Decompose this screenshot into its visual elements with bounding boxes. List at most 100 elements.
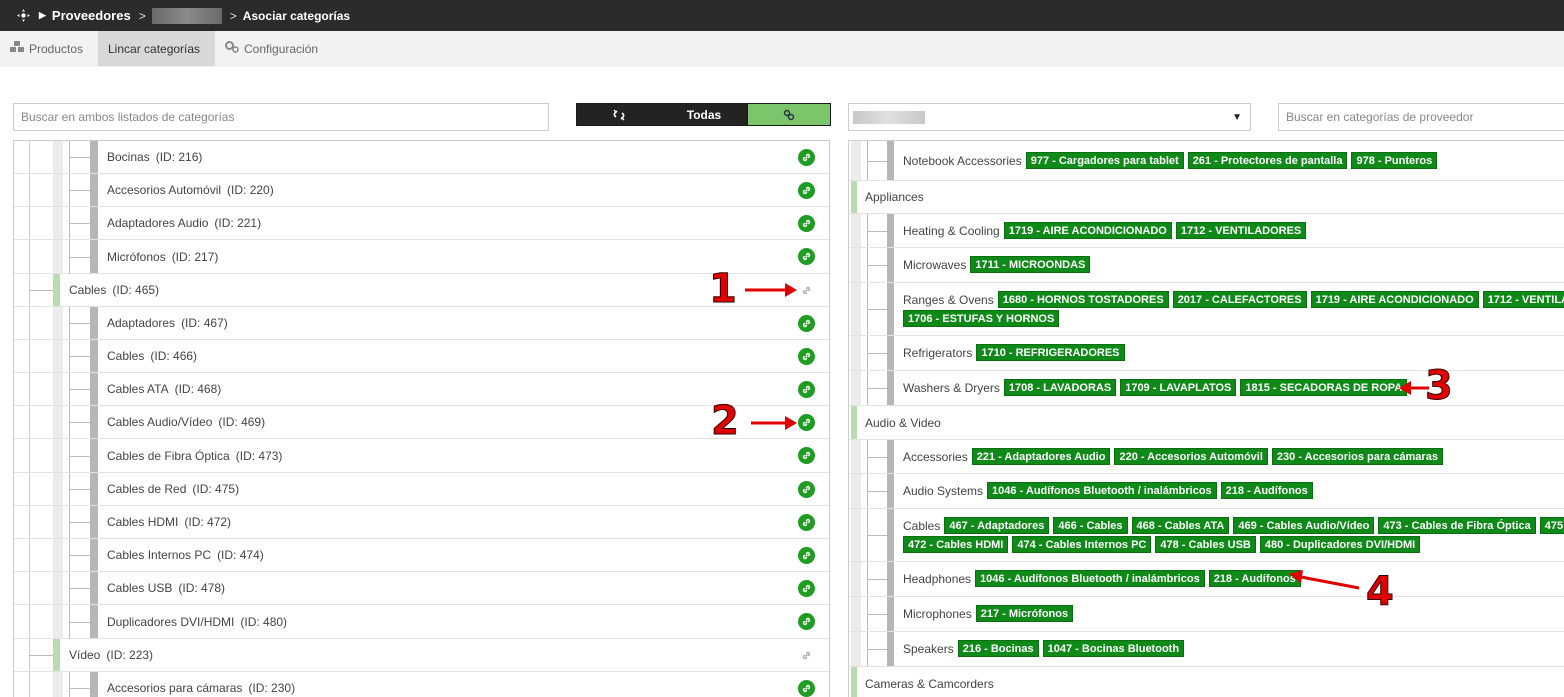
search-both-lists-input[interactable]	[13, 103, 549, 131]
linked-category-tag[interactable]: 2017 - CALEFACTORES	[1172, 291, 1307, 308]
category-label: Accesorios Automóvil (ID: 220)	[107, 183, 274, 197]
tree-guide	[29, 340, 30, 372]
provider-category-row: Washers & Dryers 1708 - LAVADORAS 1709 - L…	[849, 371, 1564, 406]
linked-tags: 1046 - Audífonos Bluetooth / inalámbrico…	[975, 570, 1305, 587]
breadcrumb-section[interactable]: Proveedores	[52, 8, 131, 23]
linked-category-tag[interactable]: 478 - Cables USB	[1155, 536, 1256, 553]
provider-category-name: Notebook Accessories	[903, 154, 1022, 168]
linked-status-button[interactable]	[798, 413, 815, 431]
linked-category-tag[interactable]: 218 - Audífonos	[1208, 570, 1301, 587]
redacted-provider-name	[853, 111, 925, 124]
category-name: Bocinas	[107, 150, 150, 164]
linked-category-tag[interactable]: 217 - Micrófonos	[975, 605, 1074, 622]
category-name: Cables USB	[107, 581, 173, 595]
category-name: Duplicadores DVI/HDMI	[107, 614, 235, 629]
category-row: Adaptadores (ID: 467)	[14, 307, 829, 340]
tree-connector	[69, 456, 90, 457]
tree-guide	[90, 672, 98, 697]
linked-category-tag[interactable]: 221 - Adaptadores Audio	[971, 448, 1111, 465]
linked-category-tag[interactable]: 1708 - LAVADORAS	[1003, 379, 1117, 396]
linked-status-button[interactable]	[798, 513, 815, 531]
linked-category-tag[interactable]: 261 - Protectores de pantalla	[1187, 152, 1348, 169]
link-icon	[802, 153, 811, 161]
tree-connector	[867, 457, 887, 458]
linked-status-button[interactable]	[798, 148, 815, 166]
linked-category-tag[interactable]: 1046 - Audífonos Bluetooth / inalámbrico…	[975, 570, 1205, 587]
breadcrumb-redacted-provider[interactable]	[151, 7, 222, 24]
category-id: (ID: 465)	[112, 283, 160, 297]
linked-category-tag[interactable]: 977 - Cargadores para tablet	[1025, 152, 1184, 169]
linked-status-button[interactable]	[798, 546, 815, 564]
linked-category-tag[interactable]: 473 - Cables de Fibra Óptica	[1378, 517, 1536, 534]
category-label: Cables de Fibra Óptica (ID: 473)	[107, 449, 282, 463]
filter-unlinked-button[interactable]	[577, 104, 661, 125]
linked-status-button[interactable]	[798, 380, 815, 398]
linked-category-tag[interactable]: 472 - Cables HDMI	[903, 536, 1009, 553]
tab-productos[interactable]: Productos	[0, 31, 98, 66]
tree-connector	[69, 157, 90, 158]
linked-category-tag[interactable]: 1712 - VENTILADO	[1482, 291, 1564, 308]
category-label: Cables de Red (ID: 475)	[107, 482, 239, 496]
linked-category-tag[interactable]: 978 - Punteros	[1351, 152, 1438, 169]
category-label: Cables USB (ID: 478)	[107, 581, 225, 595]
tree-connector	[69, 422, 90, 423]
linked-status-button[interactable]	[798, 480, 815, 498]
unlinked-status-button[interactable]	[798, 282, 815, 299]
search-provider-categories-input[interactable]	[1278, 103, 1564, 131]
linked-status-button[interactable]	[798, 579, 815, 597]
linked-category-tag[interactable]: 220 - Accesorios Automóvil	[1114, 448, 1268, 465]
linked-category-tag[interactable]: 468 - Cables ATA	[1131, 517, 1230, 534]
linked-category-tag[interactable]: 1047 - Bocinas Bluetooth	[1042, 640, 1185, 657]
linked-category-tag[interactable]: 218 - Audífonos	[1220, 482, 1313, 499]
cubes-icon	[10, 41, 24, 56]
link-icon	[802, 651, 811, 659]
linked-status-button[interactable]	[798, 613, 815, 630]
tree-connector	[29, 655, 53, 656]
linked-status-button[interactable]	[798, 347, 815, 365]
linked-category-tag[interactable]: 1046 - Audífonos Bluetooth / inalámbrico…	[987, 482, 1217, 499]
linked-category-tag[interactable]: 1710 - REFRIGERADORES	[976, 344, 1125, 361]
tree-guide	[887, 283, 894, 335]
linked-category-tag[interactable]: 1709 - LAVAPLATOS	[1120, 379, 1237, 396]
linked-category-tag[interactable]: 1706 - ESTUFAS Y HORNOS	[903, 310, 1060, 327]
linked-status-button[interactable]	[798, 214, 815, 232]
filter-linked-button[interactable]	[747, 104, 830, 125]
linked-category-tag[interactable]: 466 - Cables	[1053, 517, 1128, 534]
linked-category-tag[interactable]: 1815 - SECADORAS DE ROPA	[1240, 379, 1408, 396]
linked-status-button[interactable]	[798, 181, 815, 199]
linked-category-tag[interactable]: 467 - Adaptadores	[944, 517, 1050, 534]
linked-category-tag[interactable]: 1712 - VENTILADORES	[1175, 222, 1307, 239]
tab-configuracion[interactable]: Configuración	[215, 31, 328, 66]
category-row: Adaptadores Audio (ID: 221)	[14, 207, 829, 240]
linked-category-tag[interactable]: 1719 - AIRE ACONDICIONADO	[1310, 291, 1479, 308]
unlinked-status-button[interactable]	[798, 647, 815, 664]
linked-category-tag[interactable]: 480 - Duplicadores DVI/HDMI	[1259, 536, 1421, 553]
linked-category-tag[interactable]: 474 - Cables Internos PC	[1012, 536, 1152, 553]
filter-all-button[interactable]: Todas	[661, 104, 747, 125]
linked-category-tag[interactable]: 1680 - HORNOS TOSTADORES	[997, 291, 1169, 308]
linked-category-tag[interactable]: 230 - Accesorios para cámaras	[1271, 448, 1443, 465]
linked-tags: 467 - Adaptadores 466 - Cables 468 - Cable…	[944, 517, 1564, 534]
category-row: Micrófonos (ID: 217)	[14, 240, 829, 274]
linked-category-tag[interactable]: 1711 - MICROONDAS	[970, 256, 1091, 273]
linked-status-button[interactable]	[798, 314, 815, 332]
category-name: Accesorios Automóvil	[107, 183, 222, 197]
linked-status-button[interactable]	[798, 248, 815, 265]
breadcrumb-separator: >	[138, 8, 146, 23]
tab-lincar-categorias[interactable]: Lincar categorías	[98, 31, 215, 66]
linked-status-button[interactable]	[798, 679, 815, 697]
linked-category-tag[interactable]: 1719 - AIRE ACONDICIONADO	[1003, 222, 1172, 239]
tree-guide	[90, 539, 98, 571]
linked-tags: 1706 - ESTUFAS Y HORNOS	[903, 310, 1063, 327]
tree-guide	[887, 371, 894, 405]
category-label: Adaptadores Audio (ID: 221)	[107, 216, 261, 230]
linked-category-tag[interactable]: 216 - Bocinas	[957, 640, 1039, 657]
home-icon[interactable]	[16, 9, 30, 23]
provider-dropdown[interactable]: ▼	[848, 103, 1251, 131]
linked-status-button[interactable]	[798, 447, 815, 464]
tree-guide	[29, 207, 30, 239]
tree-guide	[851, 597, 861, 631]
linked-category-tag[interactable]: 469 - Cables Audio/Vídeo	[1233, 517, 1375, 534]
linked-category-tag[interactable]: 475 - Ca	[1539, 517, 1564, 534]
tree-connector	[69, 389, 90, 390]
